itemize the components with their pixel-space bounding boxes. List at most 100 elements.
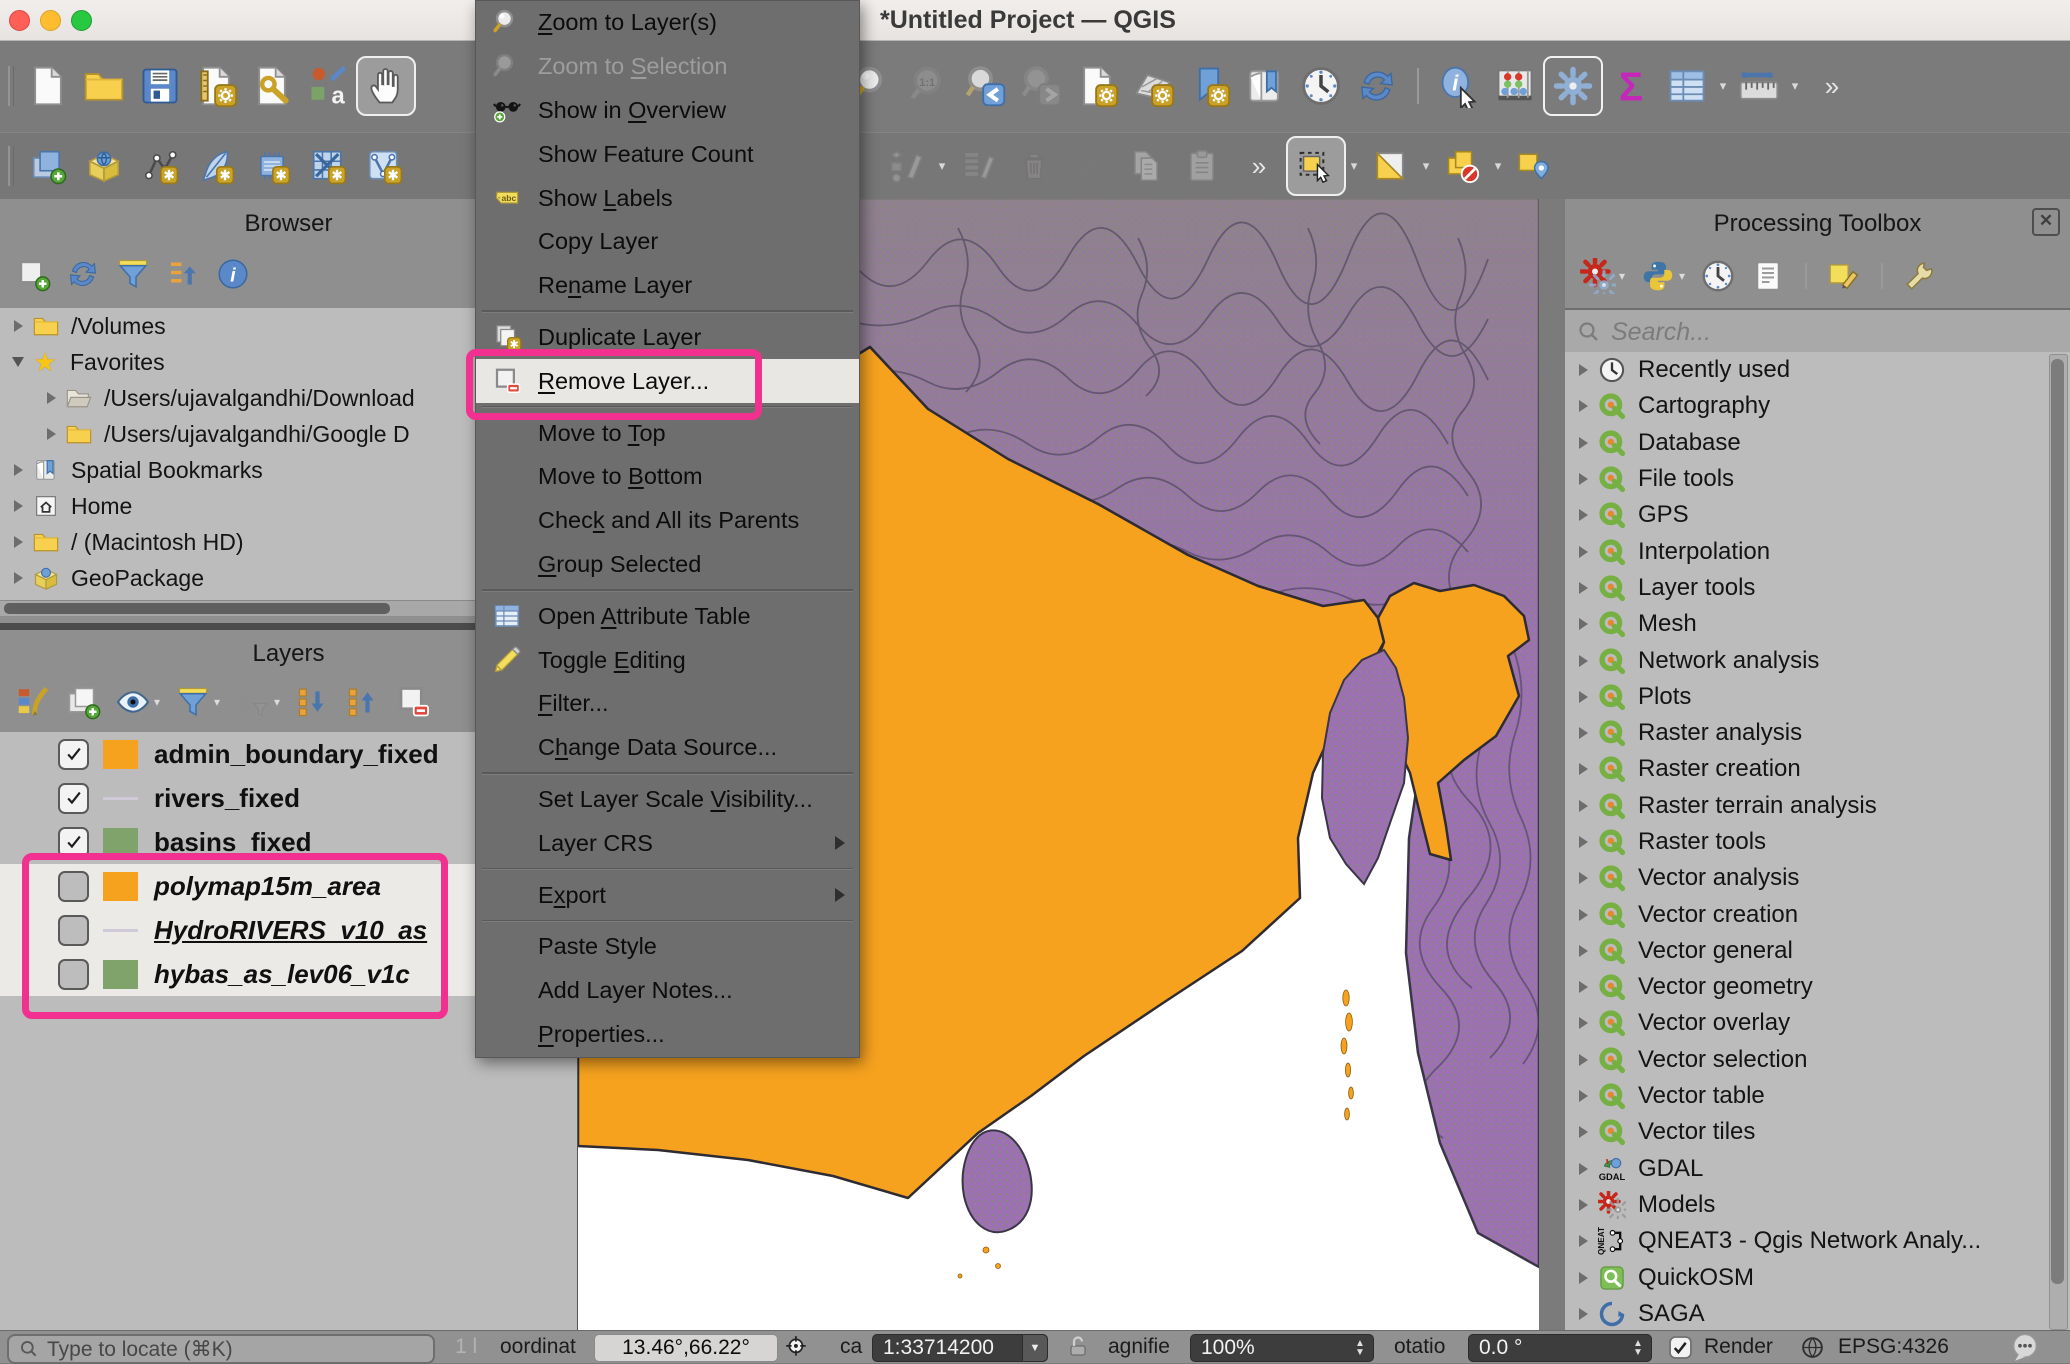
- processing-toolbox-icon[interactable]: [1543, 56, 1603, 116]
- sum-features-icon[interactable]: Σ: [1603, 58, 1659, 114]
- toolbox-group-vector-creation[interactable]: Vector creation: [1565, 896, 2070, 932]
- expander-icon[interactable]: [1579, 509, 1588, 521]
- menu-item-set-layer-scale-visibility[interactable]: Set Layer Scale Visibility...: [476, 778, 859, 822]
- deselect-all-dropdown-icon[interactable]: ▾: [1490, 138, 1506, 194]
- measure-icon[interactable]: [1731, 58, 1787, 114]
- browser-refresh-icon[interactable]: [58, 249, 108, 299]
- expander-icon[interactable]: [1579, 400, 1588, 412]
- expander-icon[interactable]: [1579, 364, 1588, 376]
- history-icon[interactable]: [1693, 251, 1743, 301]
- statistical-summary-icon[interactable]: [1487, 58, 1543, 114]
- open-attribute-table-dropdown-icon[interactable]: ▾: [1715, 58, 1731, 114]
- expander-icon[interactable]: [1579, 836, 1588, 848]
- minimize-window-icon[interactable]: [40, 10, 61, 31]
- rotation-input[interactable]: 0.0 ° ▲▼: [1468, 1334, 1652, 1362]
- crs-globe-icon[interactable]: [1800, 1334, 1826, 1360]
- layer-checkbox[interactable]: [58, 915, 89, 946]
- add-mssql-icon[interactable]: [244, 138, 300, 194]
- expander-icon[interactable]: [14, 320, 23, 332]
- menu-item-paste-style[interactable]: Paste Style: [476, 925, 859, 969]
- menu-item-properties[interactable]: Properties...: [476, 1013, 859, 1057]
- expander-icon[interactable]: [1579, 1272, 1588, 1284]
- manage-themes-dropdown-icon[interactable]: ▾: [154, 695, 168, 709]
- expander-icon[interactable]: [1579, 1090, 1588, 1102]
- identify-features-icon[interactable]: i: [1431, 58, 1487, 114]
- toolbox-scrollbar[interactable]: [2049, 354, 2068, 1330]
- menu-item-layer-crs[interactable]: Layer CRS: [476, 821, 859, 865]
- toolbox-group-saga[interactable]: SAGA: [1565, 1296, 2070, 1330]
- scale-input[interactable]: 1:33714200 ▼: [872, 1334, 1048, 1362]
- expander-icon[interactable]: [1579, 727, 1588, 739]
- toolbox-group-vector-selection[interactable]: Vector selection: [1565, 1042, 2070, 1078]
- menu-item-move-to-top[interactable]: Move to Top: [476, 411, 859, 455]
- toolbox-group-raster-terrain-analysis[interactable]: Raster terrain analysis: [1565, 788, 2070, 824]
- magnifier-spinner[interactable]: ▲▼: [1350, 1337, 1370, 1359]
- python-console-dropdown-icon[interactable]: ▾: [1679, 269, 1693, 283]
- close-window-icon[interactable]: [9, 10, 30, 31]
- toolbox-group-database[interactable]: Database: [1565, 425, 2070, 461]
- expander-icon[interactable]: [1579, 763, 1588, 775]
- layer-checkbox[interactable]: [58, 739, 89, 770]
- style-manager-icon[interactable]: a: [300, 58, 356, 114]
- toolbox-group-qneat3-qgis-network-analy[interactable]: QNEAT QNEAT3 - Qgis Network Analy...: [1565, 1223, 2070, 1259]
- coordinate-input[interactable]: 13.46°,66.22°: [594, 1334, 778, 1362]
- expander-icon[interactable]: [1579, 437, 1588, 449]
- browser-filter-icon[interactable]: [108, 249, 158, 299]
- toolbox-group-gdal[interactable]: GDAL GDAL: [1565, 1151, 2070, 1187]
- toolbox-group-plots[interactable]: Plots: [1565, 679, 2070, 715]
- layer-styling-icon[interactable]: [8, 677, 58, 727]
- expander-icon[interactable]: [1579, 655, 1588, 667]
- menu-item-copy-layer[interactable]: Copy Layer: [476, 220, 859, 264]
- new-project-icon[interactable]: [20, 58, 76, 114]
- manage-themes-icon[interactable]: [108, 677, 158, 727]
- options-icon[interactable]: [1895, 251, 1945, 301]
- expander-icon[interactable]: [1579, 1235, 1588, 1247]
- add-geopackage-icon[interactable]: [76, 138, 132, 194]
- mouse-position-icon[interactable]: [784, 1334, 812, 1360]
- toolbox-search-input[interactable]: Search...: [1565, 308, 2070, 356]
- expander-icon[interactable]: [1579, 582, 1588, 594]
- expander-icon[interactable]: [1579, 1163, 1588, 1175]
- toolbox-group-quickosm[interactable]: QuickOSM: [1565, 1259, 2070, 1295]
- toolbox-group-network-analysis[interactable]: Network analysis: [1565, 642, 2070, 678]
- refresh-icon[interactable]: [1349, 58, 1405, 114]
- edit-in-place-icon[interactable]: [1819, 251, 1869, 301]
- expander-icon[interactable]: [14, 572, 23, 584]
- toolbox-group-mesh[interactable]: Mesh: [1565, 606, 2070, 642]
- menu-item-add-layer-notes[interactable]: Add Layer Notes...: [476, 969, 859, 1013]
- locator-input[interactable]: Type to locate (⌘K): [7, 1334, 435, 1364]
- expander-icon[interactable]: [1579, 1054, 1588, 1066]
- add-raster-icon[interactable]: [300, 138, 356, 194]
- toolbox-group-layer-tools[interactable]: Layer tools: [1565, 570, 2070, 606]
- layer-checkbox[interactable]: [58, 871, 89, 902]
- expander-icon[interactable]: [1579, 981, 1588, 993]
- toolbox-group-recently-used[interactable]: Recently used: [1565, 352, 2070, 388]
- toolbox-group-interpolation[interactable]: Interpolation: [1565, 533, 2070, 569]
- menu-item-check-and-all-its-parents[interactable]: Check and All its Parents: [476, 499, 859, 543]
- add-spatialite-icon[interactable]: [188, 138, 244, 194]
- layer-checkbox[interactable]: [58, 783, 89, 814]
- expand-all-icon[interactable]: [288, 677, 338, 727]
- menu-item-show-feature-count[interactable]: Show Feature Count: [476, 132, 859, 176]
- toolbox-group-vector-analysis[interactable]: Vector analysis: [1565, 860, 2070, 896]
- expander-icon[interactable]: [14, 500, 23, 512]
- add-group-icon[interactable]: [58, 677, 108, 727]
- toolbox-group-vector-table[interactable]: Vector table: [1565, 1078, 2070, 1114]
- expander-icon[interactable]: [1579, 1126, 1588, 1138]
- toolbox-group-raster-tools[interactable]: Raster tools: [1565, 824, 2070, 860]
- filter-legend-icon[interactable]: [168, 677, 218, 727]
- expander-icon[interactable]: [1579, 618, 1588, 630]
- select-by-location-icon[interactable]: [1506, 138, 1562, 194]
- menu-item-filter[interactable]: Filter...: [476, 682, 859, 726]
- collapse-all-icon[interactable]: [338, 677, 388, 727]
- maximize-window-icon[interactable]: [71, 10, 92, 31]
- remove-layer-icon[interactable]: [388, 677, 438, 727]
- expander-icon[interactable]: [1579, 872, 1588, 884]
- toolbox-group-gps[interactable]: GPS: [1565, 497, 2070, 533]
- toolbox-group-vector-geometry[interactable]: Vector geometry: [1565, 969, 2070, 1005]
- menu-item-change-data-source[interactable]: Change Data Source...: [476, 726, 859, 770]
- models-menu-dropdown-icon[interactable]: ▾: [1619, 269, 1633, 283]
- toggle-editing-dropdown-icon[interactable]: ▾: [934, 138, 950, 194]
- toolbox-group-file-tools[interactable]: File tools: [1565, 461, 2070, 497]
- menu-item-open-attribute-table[interactable]: Open Attribute Table: [476, 594, 859, 638]
